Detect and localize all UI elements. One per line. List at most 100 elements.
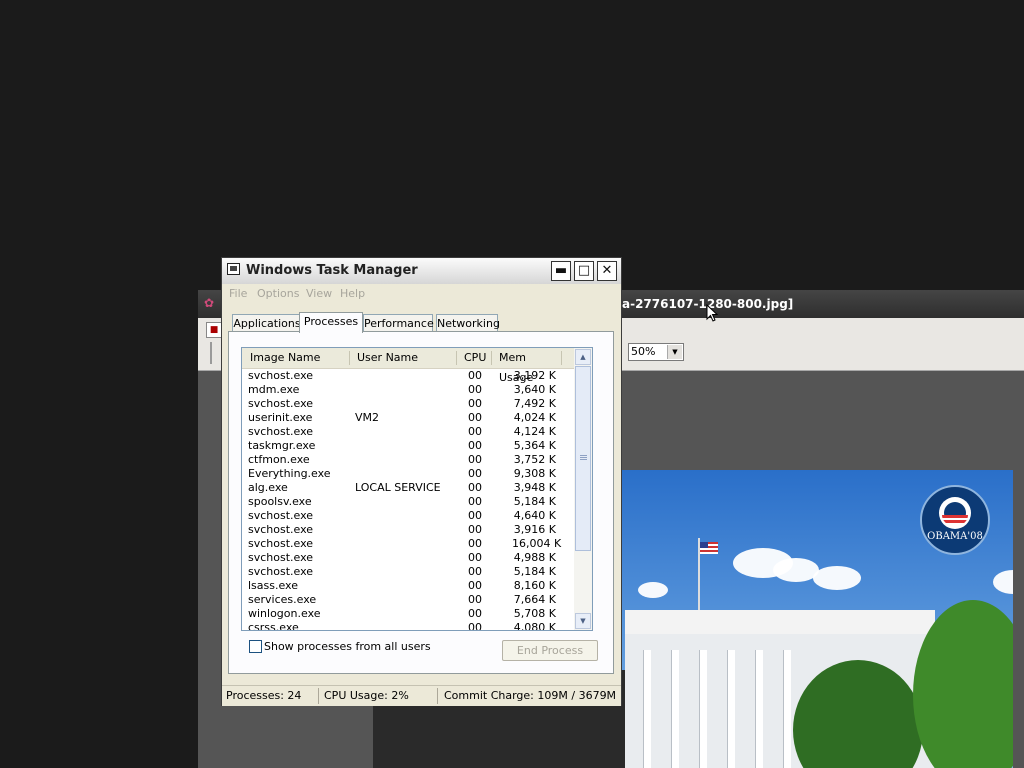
maximize-button[interactable]: □	[574, 261, 594, 281]
logo-text: OBAMA'08	[927, 531, 983, 542]
process-mem: 3,640 K	[513, 383, 556, 396]
column-image-name[interactable]: Image Name	[242, 348, 349, 368]
process-row[interactable]: spoolsv.exe 00 5,184 K	[242, 495, 574, 509]
column	[783, 650, 791, 768]
process-cpu: 00	[468, 621, 482, 631]
process-cpu: 00	[468, 439, 482, 452]
process-name: spoolsv.exe	[248, 495, 312, 508]
column	[643, 650, 651, 768]
show-all-users-checkbox[interactable]	[249, 640, 262, 653]
process-row[interactable]: svchost.exe 00 4,640 K	[242, 509, 574, 523]
process-user: VM2	[355, 411, 380, 424]
process-row[interactable]: ctfmon.exe 00 3,752 K	[242, 453, 574, 467]
column	[671, 650, 679, 768]
process-row[interactable]: csrss.exe 00 4,080 K	[242, 621, 574, 631]
process-rows: svchost.exe 00 3,192 Kmdm.exe 00 3,640 Ksvch…	[242, 369, 574, 631]
process-row[interactable]: svchost.exe 00 5,184 K	[242, 565, 574, 579]
process-row[interactable]: alg.exe LOCAL SERVICE 00 3,948 K	[242, 481, 574, 495]
process-cpu: 00	[468, 551, 482, 564]
process-name: svchost.exe	[248, 565, 314, 578]
scroll-up-arrow-icon[interactable]: ▲	[575, 349, 591, 365]
process-mem: 4,640 K	[513, 509, 556, 522]
process-cpu: 00	[468, 369, 482, 382]
close-button[interactable]: ✕	[597, 261, 617, 281]
process-list[interactable]: Image Name User Name CPU Mem Usage svcho…	[241, 347, 593, 631]
menu-bar: File Options View Help	[222, 284, 621, 304]
process-name: lsass.exe	[248, 579, 298, 592]
process-mem: 7,492 K	[513, 397, 556, 410]
column-divider[interactable]	[561, 351, 562, 365]
process-row[interactable]: winlogon.exe 00 5,708 K	[242, 607, 574, 621]
process-mem: 9,308 K	[513, 467, 556, 480]
process-cpu: 00	[468, 579, 482, 592]
tab-networking[interactable]: Networking	[436, 314, 500, 331]
tab-performance[interactable]: Performance	[363, 314, 434, 331]
process-row[interactable]: Everything.exe 00 9,308 K	[242, 467, 574, 481]
process-row[interactable]: svchost.exe 00 4,988 K	[242, 551, 574, 565]
process-mem: 4,080 K	[513, 621, 556, 631]
show-all-users-label[interactable]: Show processes from all users	[264, 640, 431, 653]
process-name: svchost.exe	[248, 509, 314, 522]
flag-canton	[700, 542, 708, 548]
process-row[interactable]: mdm.exe 00 3,640 K	[242, 383, 574, 397]
process-name: taskmgr.exe	[248, 439, 316, 452]
process-name: svchost.exe	[248, 523, 314, 536]
process-mem: 8,160 K	[513, 579, 556, 592]
column	[755, 650, 763, 768]
grip-icon	[580, 455, 587, 461]
process-name: services.exe	[248, 593, 317, 606]
zoom-value: 50%	[631, 345, 656, 358]
task-manager-app-icon	[227, 263, 240, 275]
scroll-down-arrow-icon[interactable]: ▼	[575, 613, 591, 629]
process-cpu: 00	[468, 397, 482, 410]
process-row[interactable]: svchost.exe 00 16,004 K	[242, 537, 574, 551]
process-cpu: 00	[468, 453, 482, 466]
process-name: svchost.exe	[248, 551, 314, 564]
process-cpu: 00	[468, 425, 482, 438]
column-cpu[interactable]: CPU	[456, 348, 492, 368]
process-mem: 5,184 K	[513, 565, 556, 578]
menu-file[interactable]: File	[229, 287, 247, 300]
column-mem-usage[interactable]: Mem Usage	[491, 348, 561, 384]
tab-processes[interactable]: Processes	[299, 312, 363, 333]
process-cpu: 00	[468, 523, 482, 536]
process-row[interactable]: svchost.exe 00 4,124 K	[242, 425, 574, 439]
white-house-roof	[625, 610, 935, 634]
process-cpu: 00	[468, 467, 482, 480]
close-icon: ✕	[601, 263, 613, 278]
process-row[interactable]: taskmgr.exe 00 5,364 K	[242, 439, 574, 453]
process-mem: 5,364 K	[513, 439, 556, 452]
process-cpu: 00	[468, 593, 482, 606]
menu-help[interactable]: Help	[340, 287, 365, 300]
campaign-logo: OBAMA'08	[920, 485, 990, 555]
toolbar-separator	[210, 342, 212, 364]
process-user: LOCAL SERVICE	[355, 481, 441, 494]
menu-options[interactable]: Options	[257, 287, 299, 300]
process-row[interactable]: services.exe 00 7,664 K	[242, 593, 574, 607]
column-user-name[interactable]: User Name	[349, 348, 456, 368]
process-row[interactable]: svchost.exe 00 3,916 K	[242, 523, 574, 537]
status-divider	[437, 688, 438, 704]
minimize-button[interactable]: ▬	[551, 261, 571, 281]
process-mem: 3,916 K	[513, 523, 556, 536]
process-row[interactable]: lsass.exe 00 8,160 K	[242, 579, 574, 593]
process-row[interactable]: svchost.exe 00 3,192 K	[242, 369, 574, 383]
end-process-button[interactable]: End Process	[502, 640, 598, 661]
zoom-select[interactable]: 50% ▼	[628, 343, 684, 361]
process-name: userinit.exe	[248, 411, 313, 424]
vertical-scrollbar[interactable]: ▲ ▼	[574, 348, 592, 630]
process-row[interactable]: userinit.exe VM2 00 4,024 K	[242, 411, 574, 425]
status-bar: Processes: 24 CPU Usage: 2% Commit Charg…	[222, 685, 621, 706]
scrollbar-thumb[interactable]	[575, 366, 591, 551]
process-cpu: 00	[468, 383, 482, 396]
task-manager-titlebar[interactable]: Windows Task Manager ▬ □ ✕	[222, 258, 621, 284]
status-commit-charge: Commit Charge: 109M / 3679M	[444, 689, 617, 702]
process-mem: 5,708 K	[513, 607, 556, 620]
dropdown-arrow-icon[interactable]: ▼	[667, 345, 682, 359]
minimize-icon: ▬	[554, 263, 568, 278]
tab-applications[interactable]: Applications	[232, 314, 302, 331]
process-name: svchost.exe	[248, 369, 314, 382]
menu-view[interactable]: View	[306, 287, 332, 300]
process-row[interactable]: svchost.exe 00 7,492 K	[242, 397, 574, 411]
open-file-icon[interactable]: ■	[206, 322, 222, 338]
